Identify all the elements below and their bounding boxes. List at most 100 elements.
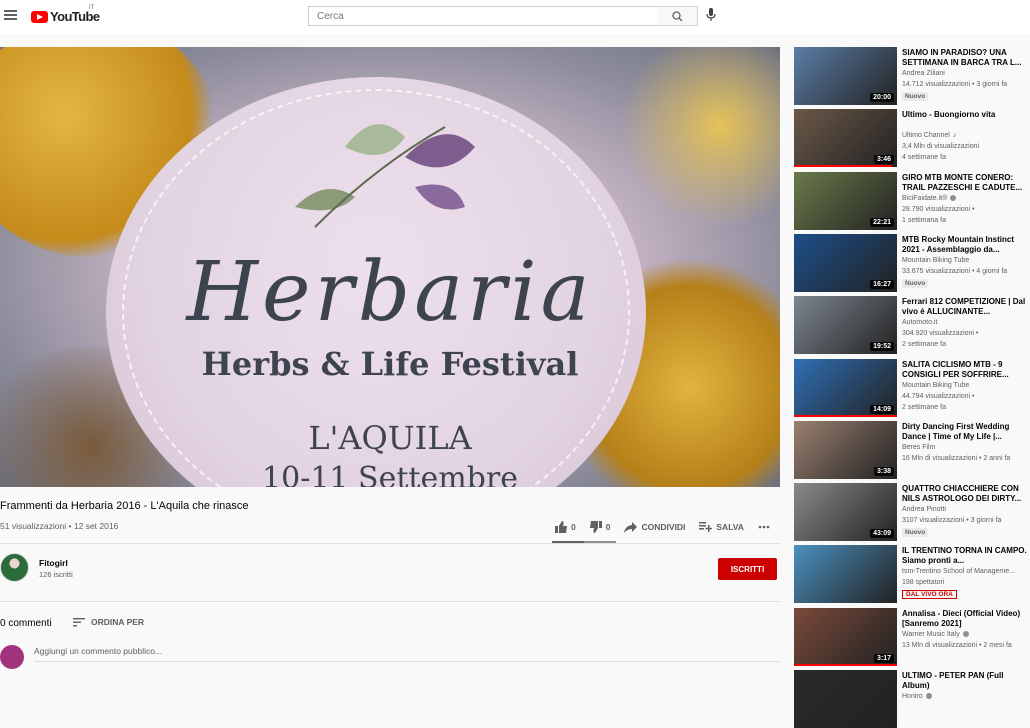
search-icon: [672, 11, 683, 22]
sort-comments-button[interactable]: ORDINA PER: [73, 617, 144, 627]
video-thumbnail[interactable]: 14:09: [794, 358, 897, 417]
related-video-item[interactable]: 20:00 SIAMO IN PARADISO? UNA SETTIMANA IN…: [794, 47, 1030, 105]
verified-check-icon: [925, 693, 932, 700]
thumbs-down-icon: [589, 521, 602, 533]
video-thumbnail[interactable]: 3:38: [794, 420, 897, 479]
divider: [0, 543, 780, 544]
top-bar: YouTube IT Cerca: [0, 0, 1030, 34]
related-video-age: 1 settimana fa: [902, 216, 946, 224]
related-video-channel[interactable]: Mountain Biking Tube: [902, 382, 969, 389]
channel-label: Mountain Biking Tube: [902, 381, 970, 389]
channel-label: BiciFaidate.it®: [902, 194, 948, 202]
comment-input[interactable]: Aggiungi un commento pubblico...: [34, 646, 780, 662]
channel-label: Ultimo Channel: [902, 132, 950, 140]
related-video-item[interactable]: 3:46 Ultimo - Buongiorno vita Ultimo Chann…: [794, 109, 1030, 168]
related-video-title[interactable]: Ultimo - Buongiorno vita: [902, 110, 1030, 120]
country-code: IT: [89, 5, 95, 11]
hamburger-menu-icon[interactable]: [4, 10, 17, 20]
channel-avatar[interactable]: [0, 553, 29, 582]
related-video-title[interactable]: SALITA CICLISMO MTB - 9 CONSIGLI PER SOF…: [902, 360, 1030, 380]
logo-text: YouTube: [50, 9, 100, 24]
dislike-button[interactable]: 0: [589, 521, 610, 533]
related-video-item[interactable]: 43:09 QUATTRO CHIACCHIERE CON NILS ASTROL…: [794, 483, 1030, 542]
share-button[interactable]: CONDIVIDI: [624, 521, 685, 533]
related-video-title[interactable]: Dirty Dancing First Wedding Dance | Time…: [902, 422, 1030, 442]
video-player[interactable]: Herbaria Herbs & Life Festival L'AQUILA …: [0, 47, 780, 487]
related-video-title[interactable]: GIRO MTB MONTE CONERO: TRAIL PAZZESCHI E…: [902, 173, 1030, 193]
related-video-title[interactable]: Ferrari 812 COMPETIZIONE | Dal vivo è AL…: [902, 297, 1030, 317]
related-video-channel[interactable]: Mountain Biking Tube: [902, 257, 969, 264]
share-icon: [624, 521, 638, 533]
video-thumbnail[interactable]: [794, 545, 897, 604]
sort-label: ORDINA PER: [91, 617, 145, 627]
related-video-title[interactable]: Annalisa - Dieci (Official Video) [Sanre…: [902, 609, 1030, 629]
video-duration: 20:00: [870, 93, 894, 102]
related-video-item[interactable]: 16:27 MTB Rocky Mountain Instinct 2021 - …: [794, 233, 1030, 292]
related-video-item[interactable]: ULTIMO - PETER PAN (Full Album) Honiro: [794, 670, 1030, 728]
channel-label: Andrea Pinotti: [902, 506, 946, 514]
channel-label: Beres Film: [902, 443, 936, 451]
video-overlay-dates: 10-11 Settembre: [262, 461, 518, 487]
related-video-channel[interactable]: BiciFaidate.it®: [902, 194, 957, 202]
related-video-item[interactable]: IL TRENTINO TORNA IN CAMPO. Siamo pronti…: [794, 545, 1030, 604]
related-video-age: 2 settimane fa: [902, 341, 946, 349]
related-video-views: 33.675 visualizzazioni • 4 giorni fa: [902, 267, 1008, 275]
video-thumbnail[interactable]: 16:27: [794, 233, 897, 292]
video-thumbnail[interactable]: [794, 670, 897, 728]
video-thumbnail[interactable]: 3:17: [794, 607, 897, 666]
like-button[interactable]: 0: [555, 521, 576, 533]
related-video-channel[interactable]: tsm-Trentino School of Manageme...: [902, 568, 1015, 575]
more-actions-button[interactable]: [758, 525, 774, 529]
related-video-channel[interactable]: Andrea Pinotti: [902, 506, 946, 513]
thumbs-up-icon: [555, 521, 567, 533]
related-video-title[interactable]: SIAMO IN PARADISO? UNA SETTIMANA IN BARC…: [902, 48, 1030, 68]
save-label: SALVA: [716, 522, 744, 532]
user-avatar: [0, 645, 24, 669]
channel-label: Warner Music Italy: [902, 630, 960, 638]
verified-check-icon: [950, 194, 957, 201]
related-video-channel[interactable]: Automoto.it: [902, 319, 937, 326]
subscribe-button[interactable]: ISCRITTI: [718, 558, 777, 580]
subscriber-count: 126 iscritti: [39, 570, 73, 579]
channel-label: tsm-Trentino School of Manageme...: [902, 568, 1015, 576]
related-video-item[interactable]: 19:52 Ferrari 812 COMPETIZIONE | Dal vivo…: [794, 296, 1030, 355]
related-video-channel[interactable]: Ultimo Channel ♪: [902, 132, 956, 139]
channel-name[interactable]: Fitogirl: [39, 558, 68, 568]
save-button[interactable]: SALVA: [699, 522, 744, 532]
comments-count: 0 commenti: [0, 618, 52, 629]
related-video-views: 14.712 visualizzazioni • 3 giorni fa: [902, 81, 1008, 88]
live-badge: DAL VIVO ORA: [902, 590, 957, 600]
video-thumbnail[interactable]: 19:52: [794, 296, 897, 355]
related-video-title[interactable]: IL TRENTINO TORNA IN CAMPO. Siamo pronti…: [902, 546, 1030, 566]
related-video-views: 3107 visualizzazioni • 3 giorni fa: [902, 517, 1002, 525]
related-video-channel[interactable]: Warner Music Italy: [902, 631, 969, 638]
related-video-title[interactable]: MTB Rocky Mountain Instinct 2021 - Assem…: [902, 235, 1030, 255]
related-video-views: 304.920 visualizzazioni •: [902, 330, 979, 338]
channel-label: Mountain Biking Tube: [902, 256, 970, 264]
video-thumbnail[interactable]: 20:00: [794, 47, 897, 105]
watch-progress-bar: [794, 663, 897, 666]
related-video-age: 4 settimane fa: [902, 154, 946, 162]
microphone-icon[interactable]: [706, 8, 716, 22]
new-badge: Nuovo: [902, 528, 929, 538]
related-video-item[interactable]: 3:17 Annalisa - Dieci (Official Video) [S…: [794, 607, 1030, 666]
related-video-item[interactable]: 3:38 Dirty Dancing First Wedding Dance | …: [794, 420, 1030, 479]
video-thumbnail[interactable]: 43:09: [794, 483, 897, 542]
video-overlay-subtitle: Herbs & Life Festival: [201, 345, 579, 383]
video-thumbnail[interactable]: 22:21: [794, 171, 897, 230]
verified-check-icon: [962, 630, 969, 637]
related-video-channel[interactable]: Andrea Ziliani: [902, 70, 945, 77]
video-thumbnail[interactable]: 3:46: [794, 109, 897, 168]
related-video-title[interactable]: ULTIMO - PETER PAN (Full Album): [902, 671, 1030, 691]
related-video-item[interactable]: 22:21 GIRO MTB MONTE CONERO: TRAIL PAZZES…: [794, 171, 1030, 230]
related-video-views: 16 Mln di visualizzazioni • 2 anni fa: [902, 454, 1011, 462]
sort-icon: [73, 617, 85, 626]
related-video-title[interactable]: QUATTRO CHIACCHIERE CON NILS ASTROLOGO D…: [902, 484, 1030, 504]
related-video-views: 28.790 visualizzazioni •: [902, 205, 975, 213]
related-video-channel[interactable]: Beres Film: [902, 444, 935, 451]
related-video-item[interactable]: 14:09 SALITA CICLISMO MTB - 9 CONSIGLI PE…: [794, 358, 1030, 417]
search-button[interactable]: [658, 6, 698, 26]
search-input[interactable]: Cerca: [308, 6, 659, 26]
video-duration: 14:09: [870, 404, 894, 414]
video-duration: 22:21: [870, 217, 894, 227]
